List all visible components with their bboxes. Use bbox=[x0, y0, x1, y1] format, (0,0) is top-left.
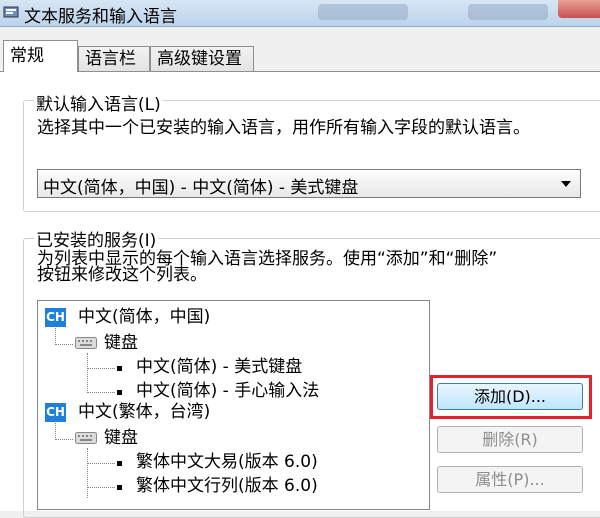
dropdown-arrow-icon[interactable] bbox=[561, 181, 571, 187]
default-language-value: 中文(简体，中国) - 中文(简体) - 美式键盘 bbox=[43, 178, 359, 198]
close-button[interactable] bbox=[558, 0, 600, 18]
keyboard-icon bbox=[75, 337, 97, 349]
app-icon bbox=[3, 6, 19, 18]
tab-advanced-keys[interactable]: 高级键设置 bbox=[150, 46, 254, 71]
tree-node-keyboard-layout[interactable]: 中文(简体) - 美式键盘 bbox=[136, 357, 302, 377]
installed-services-description-line2: 按钮来修改这个列表。 bbox=[37, 265, 207, 285]
remove-button[interactable]: 删除(R) bbox=[437, 426, 583, 453]
title-blur-region bbox=[318, 4, 408, 20]
tab-general[interactable]: 常规 bbox=[3, 40, 78, 72]
tree-node-keyboard-layout[interactable]: 繁体中文行列(版本 6.0) bbox=[136, 476, 318, 496]
tree-node-keyboard-layout[interactable]: 繁体中文大易(版本 6.0) bbox=[136, 452, 318, 472]
default-language-legend: 默认输入语言(L) bbox=[34, 90, 163, 115]
tree-node-keyboard[interactable]: 键盘 bbox=[104, 428, 138, 448]
default-language-select[interactable]: 中文(简体，中国) - 中文(简体) - 美式键盘 bbox=[37, 169, 581, 198]
title-bar[interactable]: 文本服务和输入语言 bbox=[0, 0, 600, 27]
services-tree[interactable]: CH 中文(简体，中国) 键盘 中文(简体) - 美式键盘 中文(简体) - 手… bbox=[37, 300, 430, 510]
tree-node-keyboard[interactable]: 键盘 bbox=[104, 333, 138, 353]
tree-node-language-simplified[interactable]: 中文(简体，中国) bbox=[78, 307, 210, 327]
tree-node-keyboard-layout[interactable]: 中文(简体) - 手心输入法 bbox=[136, 381, 319, 401]
language-badge-icon: CH bbox=[45, 403, 66, 422]
language-badge-icon: CH bbox=[45, 308, 66, 327]
tab-language-bar[interactable]: 语言栏 bbox=[78, 46, 150, 71]
highlight-box bbox=[430, 375, 592, 419]
title-blur-region bbox=[468, 4, 548, 20]
tree-node-language-traditional[interactable]: 中文(繁体，台湾) bbox=[78, 402, 210, 422]
keyboard-icon bbox=[75, 432, 97, 444]
properties-button[interactable]: 属性(P)... bbox=[437, 466, 583, 493]
installed-services-legend: 已安装的服务(I) bbox=[34, 226, 159, 251]
tab-strip: 常规 语言栏 高级键设置 bbox=[0, 40, 600, 72]
default-language-description: 选择其中一个已安装的输入语言，用作所有输入字段的默认语言。 bbox=[37, 118, 530, 138]
window-title: 文本服务和输入语言 bbox=[24, 7, 177, 27]
